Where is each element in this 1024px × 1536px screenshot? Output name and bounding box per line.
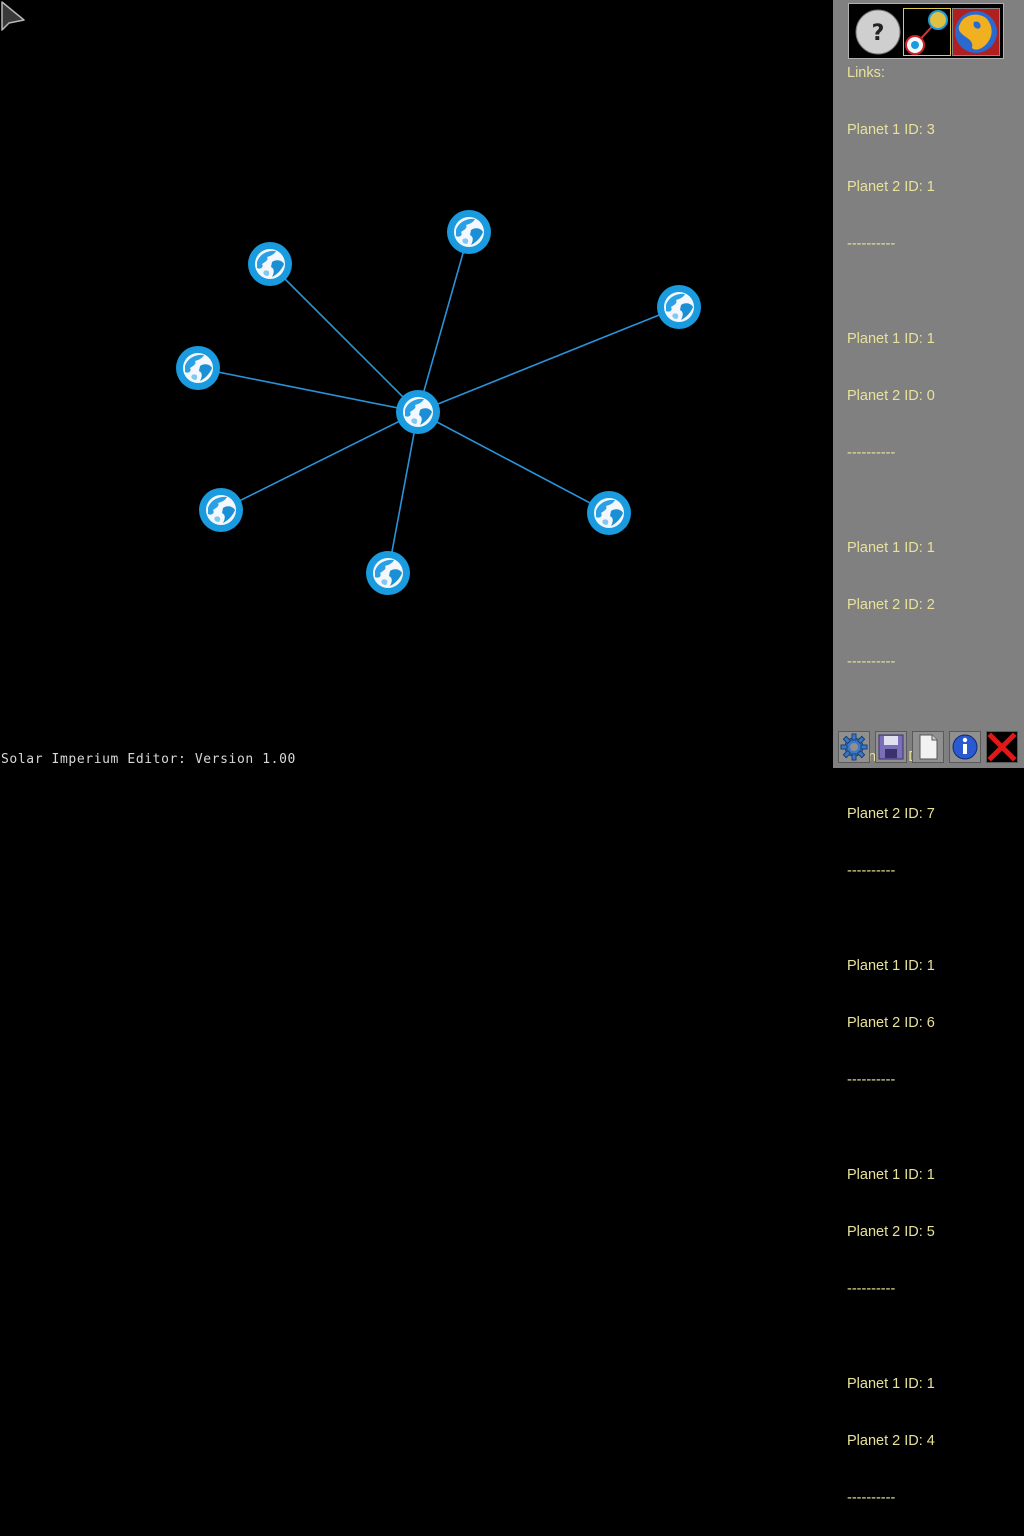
link-separator: ---------- — [847, 236, 896, 252]
question-mark-icon: ? — [855, 9, 901, 55]
settings-button[interactable] — [838, 731, 870, 763]
link-line — [387, 411, 419, 574]
info-button[interactable] — [949, 731, 981, 763]
link-separator: ---------- — [847, 863, 896, 879]
svg-text:?: ? — [872, 21, 885, 46]
link-planet1: Planet 1 ID: 1 — [847, 331, 935, 347]
help-tool[interactable]: ? — [854, 8, 902, 56]
planet-left[interactable] — [176, 346, 220, 390]
version-label: Solar Imperium Editor: Version 1.00 — [1, 752, 296, 767]
planet-top[interactable] — [447, 210, 491, 254]
link-planet2: Planet 2 ID: 7 — [847, 806, 935, 822]
link-planet2: Planet 2 ID: 5 — [847, 1224, 935, 1240]
link-planet1: Planet 1 ID: 1 — [847, 540, 935, 556]
link-entry: Planet 1 ID: 1 Planet 2 ID: 5 ---------- — [847, 1128, 935, 1337]
link-line — [417, 231, 470, 413]
planet-bottom[interactable] — [366, 551, 410, 595]
link-planet2: Planet 2 ID: 2 — [847, 597, 935, 613]
link-planet1: Planet 1 ID: 1 — [847, 1376, 935, 1392]
links-header: Links: — [847, 65, 885, 81]
link-separator: ---------- — [847, 1281, 896, 1297]
link-separator: ---------- — [847, 1072, 896, 1088]
new-document-icon — [919, 734, 938, 760]
link-separator: ---------- — [847, 445, 896, 461]
exit-button[interactable] — [986, 731, 1018, 763]
link-planet2: Planet 2 ID: 6 — [847, 1015, 935, 1031]
planet-icon — [952, 8, 1000, 56]
link-planet1: Planet 1 ID: 1 — [847, 958, 935, 974]
planet-top-left[interactable] — [248, 242, 292, 286]
link-planet2: Planet 2 ID: 4 — [847, 1433, 935, 1449]
link-line — [197, 367, 419, 413]
planet-bottom-left[interactable] — [199, 488, 243, 532]
link-entry: Planet 1 ID: 3 Planet 2 ID: 1 ---------- — [847, 83, 935, 292]
map-canvas[interactable] — [0, 0, 833, 768]
galaxy-map[interactable]: Solar Imperium Editor: Version 1.00 — [0, 0, 833, 768]
save-button[interactable] — [875, 731, 907, 763]
link-line — [417, 306, 680, 413]
link-entry: Planet 1 ID: 1 Planet 2 ID: 2 ---------- — [847, 501, 935, 710]
planets[interactable] — [176, 210, 701, 595]
link-entry: Planet 1 ID: 1 Planet 2 ID: 6 ---------- — [847, 919, 935, 1128]
planet-right[interactable] — [657, 285, 701, 329]
link-entry: Planet 1 ID: 1 Planet 2 ID: 4 ---------- — [847, 1337, 935, 1536]
mouse-cursor-icon — [1, 1, 25, 31]
link-entry: Planet 1 ID: 1 Planet 2 ID: 0 ---------- — [847, 292, 935, 501]
planet-tool[interactable] — [952, 8, 1000, 56]
link-planet1: Planet 1 ID: 3 — [847, 122, 935, 138]
new-button[interactable] — [912, 731, 944, 763]
close-icon — [987, 732, 1017, 762]
tool-palette: ? — [848, 3, 1004, 59]
floppy-disk-icon — [878, 734, 904, 760]
link-planet2: Planet 2 ID: 1 — [847, 179, 935, 195]
planet-bottom-right[interactable] — [587, 491, 631, 535]
center-planet[interactable] — [396, 390, 440, 434]
link-tool[interactable] — [903, 8, 951, 56]
link-planet2: Planet 2 ID: 0 — [847, 388, 935, 404]
planet-link-icon — [903, 8, 951, 56]
info-icon — [952, 734, 978, 760]
link-separator: ---------- — [847, 654, 896, 670]
link-planet1: Planet 1 ID: 1 — [847, 1167, 935, 1183]
link-line — [269, 263, 419, 413]
link-separator: ---------- — [847, 1490, 896, 1506]
link-line — [220, 411, 419, 511]
link-line — [417, 411, 610, 514]
gear-icon — [840, 733, 868, 761]
editor-side-panel: ? Links: Planet 1 ID: 3 Planet 2 ID: 1 -… — [833, 0, 1024, 1506]
links-list: Links: Planet 1 ID: 3 Planet 2 ID: 1 ---… — [847, 64, 935, 1536]
